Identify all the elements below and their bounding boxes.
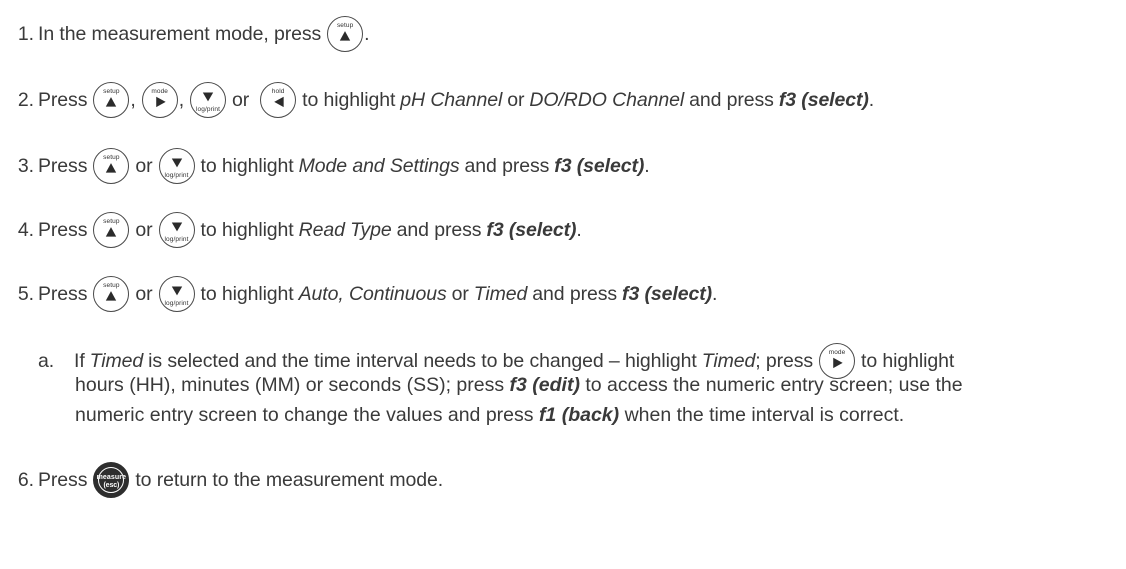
step-number: 2. — [17, 88, 34, 111]
log-print-down-arrow-button-icon: log/print — [158, 212, 195, 248]
log-print-down-arrow-button-icon: log/print — [158, 148, 195, 184]
step-number: 5. — [17, 282, 34, 305]
step-number: 3. — [17, 154, 34, 177]
mode-right-arrow-button-icon: mode — [141, 82, 178, 118]
log-print-down-arrow-button-icon: log/print — [190, 82, 227, 118]
setup-up-arrow-button-icon: setup — [93, 276, 130, 312]
setup-up-arrow-button-icon: setup — [93, 148, 130, 184]
key-label: f3 (select) — [554, 154, 645, 177]
step-5a-line-2: hours (HH), minutes (MM) or seconds (SS)… — [75, 374, 963, 396]
setup-up-arrow-button-icon: setup — [93, 82, 130, 118]
key-label: f3 (select) — [486, 218, 577, 241]
key-label: f1 (back) — [538, 404, 620, 426]
step-6: 6. Press measure (esc) to return to the … — [0, 462, 443, 498]
step-2: 2. Press setup , mode , log/print or hol… — [0, 82, 874, 118]
step-number: 6. — [17, 468, 34, 491]
step-5a-line-3: numeric entry screen to change the value… — [75, 404, 905, 426]
step-5: 5. Press setup or log/print to highlight… — [0, 276, 717, 312]
step-number: 4. — [17, 218, 34, 241]
step-1: 1. In the measurement mode, press setup … — [0, 16, 370, 52]
sub-step-letter: a. — [38, 349, 55, 372]
log-print-down-arrow-button-icon: log/print — [158, 276, 195, 312]
measure-esc-button-icon: measure (esc) — [93, 462, 130, 498]
step-text: In the measurement mode, press — [38, 22, 322, 45]
step-3: 3. Press setup or log/print to highlight… — [0, 148, 650, 184]
key-label: f3 (edit) — [509, 374, 580, 396]
hold-left-arrow-button-icon: hold — [260, 82, 297, 118]
step-number: 1. — [17, 22, 34, 45]
setup-up-arrow-button-icon: setup — [327, 16, 364, 52]
setup-up-arrow-button-icon: setup — [93, 212, 130, 248]
step-4: 4. Press setup or log/print to highlight… — [0, 212, 582, 248]
key-label: f3 (select) — [778, 88, 869, 111]
key-label: f3 (select) — [622, 282, 712, 305]
